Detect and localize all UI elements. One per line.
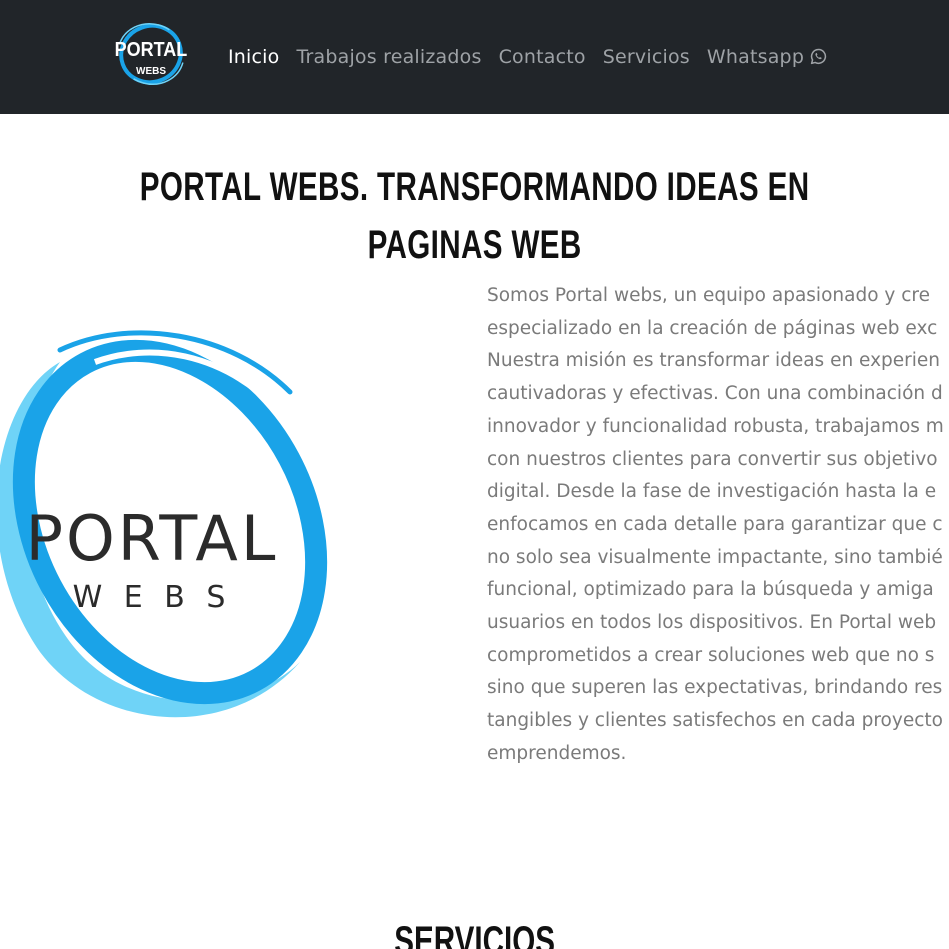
- about-line: enfocamos en cada detalle para garantiza…: [487, 513, 943, 535]
- whatsapp-icon: [810, 48, 827, 65]
- portal-webs-logo-icon: PORTAL W E B S: [0, 330, 328, 718]
- hero-logo-word2: W E B S: [73, 580, 232, 615]
- nav-link-whatsapp-label: Whatsapp: [706, 46, 805, 68]
- services-section-title: Servicios: [394, 919, 555, 949]
- about-line: comprometidos a crear soluciones web que…: [487, 644, 935, 666]
- about-section: Somos Portal webs, un equipo apasionado …: [487, 280, 949, 780]
- about-line: no solo sea visualmente impactante, sino…: [487, 546, 943, 568]
- about-line: innovador y funcionalidad robusta, traba…: [487, 415, 944, 437]
- nav-menu: Inicio Trabajos realizados Contacto Serv…: [228, 44, 844, 70]
- brand-logo-line2: WEBS: [136, 66, 166, 77]
- top-navbar: PORTAL WEBS Inicio Trabajos realizados C…: [0, 0, 949, 114]
- nav-link-contacto[interactable]: Contacto: [499, 44, 586, 70]
- about-line: sino que superen las expectativas, brind…: [487, 677, 943, 699]
- page-headline: Portal webs. Transformando ideas en pagi…: [139, 165, 810, 267]
- about-line: con nuestros clientes para convertir sus…: [487, 448, 938, 470]
- about-line: funcional, optimizado para la búsqueda y…: [487, 579, 934, 601]
- about-line: usuarios en todos los dispositivos. En P…: [487, 612, 937, 634]
- nav-link-inicio[interactable]: Inicio: [228, 44, 279, 70]
- nav-link-trabajos-realizados[interactable]: Trabajos realizados: [296, 44, 481, 70]
- about-line: especializado en la creación de páginas …: [487, 317, 938, 339]
- about-line: digital. Desde la fase de investigación …: [487, 481, 937, 503]
- about-line: emprendemos.: [487, 742, 627, 764]
- hero-logo-word1: PORTAL: [26, 502, 279, 575]
- brand-logo-line1: PORTAL: [115, 39, 188, 61]
- about-line: Somos Portal webs, un equipo apasionado …: [487, 285, 930, 306]
- nav-link-whatsapp[interactable]: Whatsapp: [707, 44, 827, 70]
- about-line: Nuestra misión es transformar ideas en e…: [487, 350, 941, 372]
- brand-logo-icon[interactable]: PORTAL WEBS: [114, 22, 188, 86]
- about-paragraph: Somos Portal webs, un equipo apasionado …: [487, 280, 949, 771]
- nav-link-servicios[interactable]: Servicios: [603, 44, 690, 70]
- about-line: cautivadoras y efectivas. Con una combin…: [487, 383, 943, 405]
- about-line: tangibles y clientes satisfechos en cada…: [487, 710, 943, 732]
